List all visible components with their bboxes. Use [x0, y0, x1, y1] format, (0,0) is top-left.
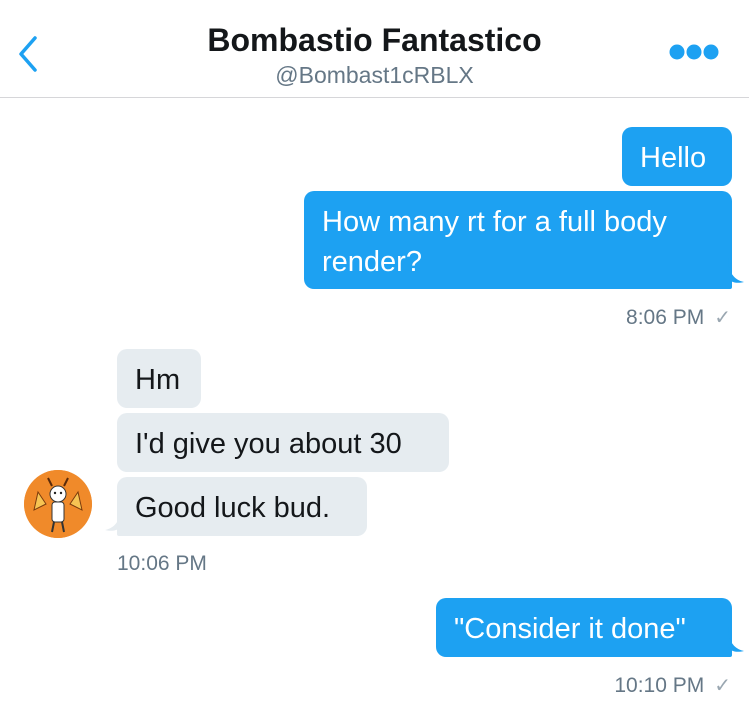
contact-name: Bombastio Fantastico: [207, 22, 542, 58]
message-bubble-incoming[interactable]: Good luck bud.: [117, 477, 367, 536]
message-bubble-incoming[interactable]: I'd give you about 30: [117, 413, 449, 472]
message-text: Good luck bud.: [135, 492, 331, 524]
more-options-button[interactable]: [668, 40, 720, 64]
avatar-image: [24, 470, 92, 538]
message-bubble-incoming[interactable]: Hm: [117, 349, 201, 408]
message-timestamp: 10:10 PM ✓: [614, 674, 731, 697]
contact-handle: @Bombast1cRBLX: [275, 62, 474, 88]
message-timestamp: 8:06 PM ✓: [626, 306, 731, 329]
bubble-tail: [728, 627, 744, 652]
conversation-header: Bombastio Fantastico @Bombast1cRBLX: [0, 0, 749, 98]
message-text: I'd give you about 30: [135, 428, 402, 460]
contact-avatar[interactable]: [24, 470, 92, 538]
bubble-tail: [105, 506, 121, 531]
message-bubble-outgoing[interactable]: How many rt for a full body render?: [304, 191, 732, 289]
message-bubble-outgoing[interactable]: Hello: [622, 127, 732, 186]
message-text: How many rt for a full body render?: [322, 206, 667, 278]
read-check-icon: ✓: [714, 675, 731, 697]
more-dots-icon: [669, 44, 719, 60]
message-bubble-outgoing[interactable]: "Consider it done": [436, 598, 732, 657]
message-text: "Consider it done": [454, 613, 686, 645]
message-text: Hm: [135, 364, 181, 396]
message-text: Hello: [640, 142, 707, 174]
read-check-icon: ✓: [714, 307, 731, 329]
message-timestamp: 10:06 PM: [117, 552, 207, 575]
bubble-tail: [728, 258, 744, 283]
